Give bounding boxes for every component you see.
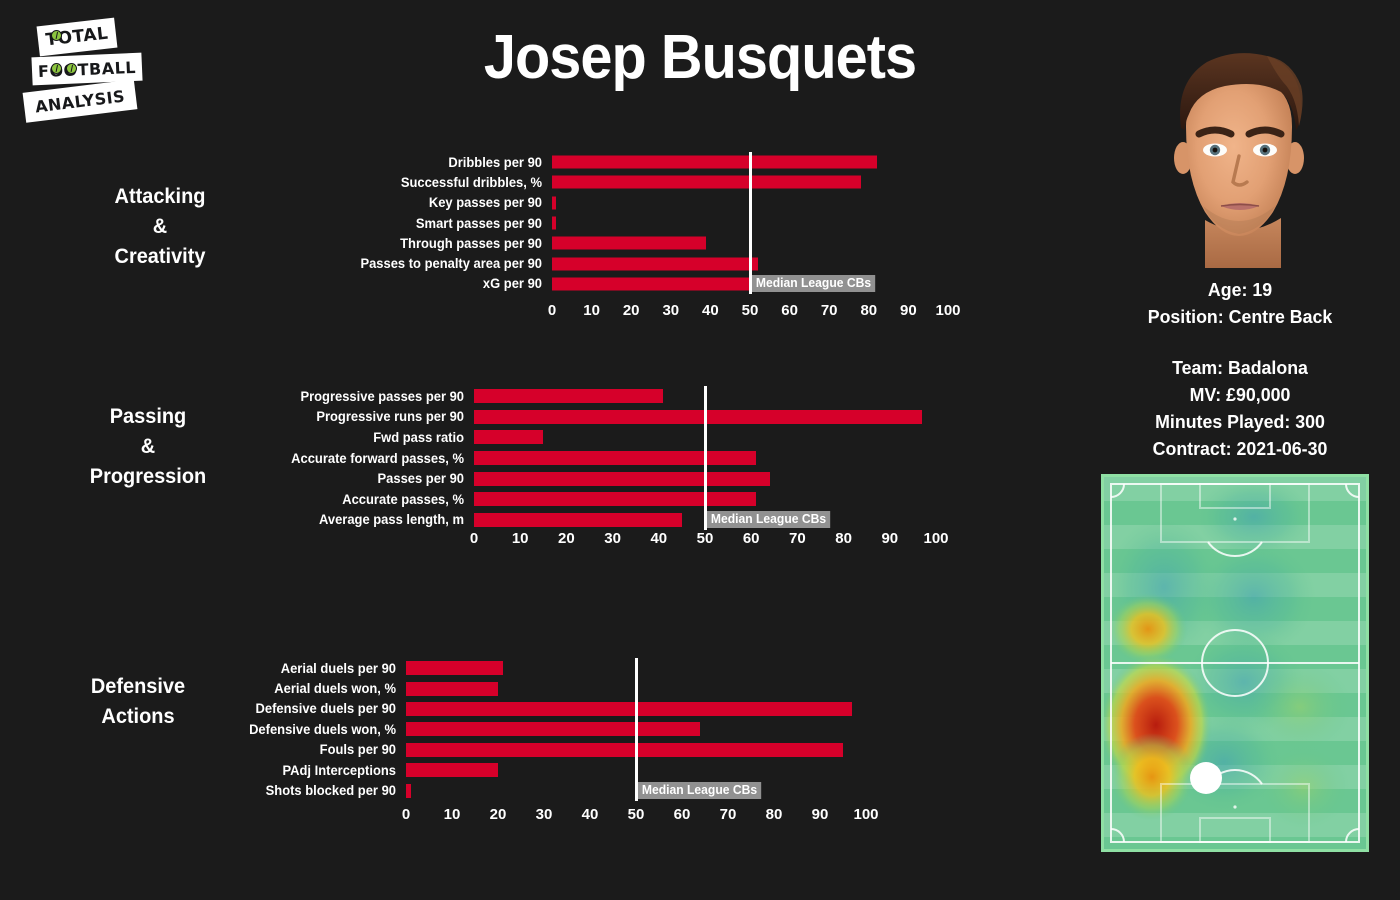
metric-label: Shots blocked per 90 (265, 783, 396, 799)
average-position-marker (1190, 762, 1222, 794)
metric-label: Aerial duels per 90 (280, 660, 396, 676)
axis-tick-label: 60 (673, 806, 691, 823)
player-photo (1163, 30, 1318, 268)
axis-tick-label: 50 (627, 806, 645, 823)
metric-bar (406, 701, 853, 716)
metric-bar (406, 661, 503, 676)
metric-label: Aerial duels won, % (274, 681, 396, 697)
axis-tick-label: 30 (535, 806, 553, 823)
position-heatmap (1101, 474, 1369, 852)
metric-label: Defensive duels per 90 (255, 701, 396, 717)
axis-tick-label: 70 (719, 806, 737, 823)
infographic-root: TOTAL FOOTBALL ANALYSIS Josep Busquets A… (0, 0, 1400, 900)
heatmap-canvas (1104, 477, 1366, 849)
median-reference-line (634, 658, 638, 801)
player-team: Team: Badalona (1172, 357, 1308, 378)
metric-bar (406, 783, 411, 798)
axis-tick-label: 0 (401, 806, 411, 823)
metric-bar (406, 681, 498, 696)
x-axis: 0 10 20 30 40 50 60 70 80 90 100 (402, 806, 879, 826)
median-legend-label: Median League CBs (638, 781, 761, 799)
chart-plot-area: Aerial duels per 90 Aerial duels won, % De… (249, 658, 866, 801)
axis-tick-label: 10 (443, 806, 461, 823)
player-contract: Contract: 2021-06-30 (1152, 438, 1328, 459)
axis-tick-label: 20 (489, 806, 507, 823)
metric-label: PAdj Interceptions (282, 762, 396, 778)
metric-bar (406, 722, 701, 737)
metric-label-column: Aerial duels per 90 Aerial duels won, % De… (66, 658, 406, 801)
metric-bar (406, 742, 843, 757)
median-legend-label: Median League CBs (752, 274, 875, 292)
player-minutes-played: Minutes Played: 300 (1155, 411, 1325, 432)
median-reference-line (703, 386, 707, 531)
axis-tick-label: 80 (765, 806, 783, 823)
player-age: Age: 19 (1207, 279, 1273, 300)
player-position: Position: Centre Back (1147, 306, 1333, 327)
axis-tick-label: 40 (581, 806, 599, 823)
median-reference-line (748, 152, 752, 295)
metric-label: Defensive duels won, % (249, 721, 396, 737)
player-market-value: MV: £90,000 (1189, 384, 1291, 405)
metric-bar (406, 763, 498, 778)
metric-label: Fouls per 90 (319, 742, 396, 758)
median-legend-label: Median League CBs (707, 510, 830, 528)
axis-tick-label: 100 (853, 806, 879, 823)
axis-tick-label: 90 (811, 806, 829, 823)
